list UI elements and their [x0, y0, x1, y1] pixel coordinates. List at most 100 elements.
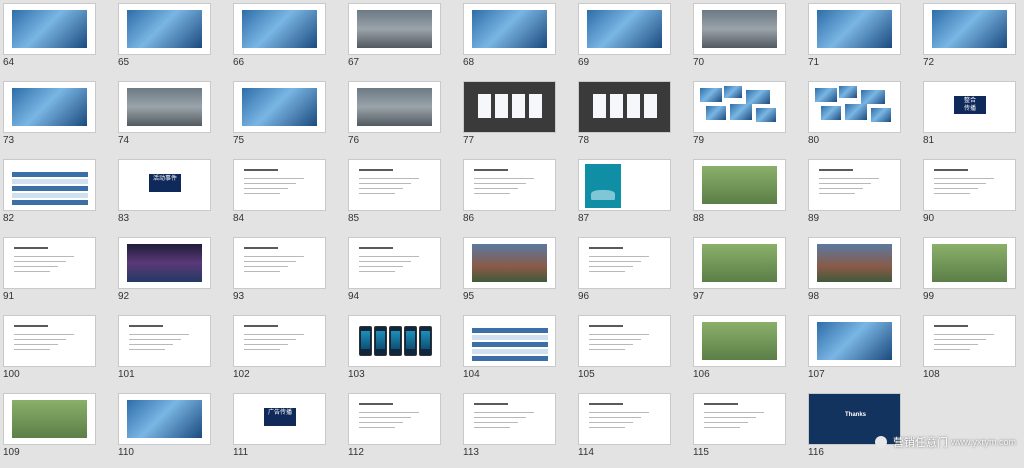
slide-thumbnail-cell[interactable]: 活动事件 83 — [115, 156, 230, 234]
slide-thumbnail-cell[interactable]: 76 — [345, 78, 460, 156]
slide-thumbnail-cell[interactable]: 98 — [805, 234, 920, 312]
slide-thumbnail-cell[interactable]: 整合 传播 81 — [920, 78, 1024, 156]
slide-thumbnail[interactable] — [463, 81, 556, 133]
slide-thumbnail-cell[interactable]: 65 — [115, 0, 230, 78]
slide-thumbnail-cell[interactable]: 96 — [575, 234, 690, 312]
slide-thumbnail-cell[interactable]: Thanks 116 — [805, 390, 920, 468]
slide-thumbnail-cell[interactable]: 109 — [0, 390, 115, 468]
slide-thumbnail-cell[interactable]: 106 — [690, 312, 805, 390]
slide-thumbnail[interactable] — [118, 315, 211, 367]
slide-thumbnail-cell[interactable]: 108 — [920, 312, 1024, 390]
slide-thumbnail-cell[interactable]: 101 — [115, 312, 230, 390]
slide-thumbnail[interactable] — [578, 3, 671, 55]
slide-thumbnail[interactable] — [808, 237, 901, 289]
slide-thumbnail[interactable]: 广告传播 — [233, 393, 326, 445]
slide-thumbnail-cell[interactable]: 92 — [115, 234, 230, 312]
slide-thumbnail-cell[interactable]: 86 — [460, 156, 575, 234]
slide-thumbnail-cell[interactable]: 100 — [0, 312, 115, 390]
slide-thumbnail[interactable] — [463, 237, 556, 289]
slide-thumbnail[interactable] — [808, 159, 901, 211]
slide-thumbnail[interactable] — [233, 81, 326, 133]
slide-thumbnail-cell[interactable]: 79 — [690, 78, 805, 156]
slide-thumbnail[interactable] — [463, 393, 556, 445]
slide-thumbnail[interactable] — [463, 315, 556, 367]
slide-thumbnail-cell[interactable]: 69 — [575, 0, 690, 78]
slide-thumbnail-cell[interactable]: 89 — [805, 156, 920, 234]
slide-thumbnail-cell[interactable]: 78 — [575, 78, 690, 156]
slide-thumbnail-cell[interactable]: 103 — [345, 312, 460, 390]
slide-thumbnail-cell[interactable]: 77 — [460, 78, 575, 156]
slide-thumbnail[interactable] — [578, 81, 671, 133]
slide-thumbnail[interactable] — [118, 393, 211, 445]
slide-thumbnail[interactable] — [463, 159, 556, 211]
slide-thumbnail[interactable] — [923, 237, 1016, 289]
slide-thumbnail[interactable] — [808, 3, 901, 55]
slide-thumbnail-cell[interactable]: 88 — [690, 156, 805, 234]
slide-thumbnail-cell[interactable]: 87 — [575, 156, 690, 234]
slide-thumbnail-cell[interactable]: 75 — [230, 78, 345, 156]
slide-thumbnail[interactable] — [693, 159, 786, 211]
slide-thumbnail[interactable] — [3, 81, 96, 133]
slide-thumbnail-cell[interactable]: 73 — [0, 78, 115, 156]
slide-thumbnail[interactable] — [3, 393, 96, 445]
slide-thumbnail[interactable] — [693, 3, 786, 55]
slide-thumbnail-cell[interactable]: 68 — [460, 0, 575, 78]
slide-thumbnail[interactable] — [923, 3, 1016, 55]
slide-thumbnail-cell[interactable]: 67 — [345, 0, 460, 78]
slide-thumbnail[interactable] — [463, 3, 556, 55]
slide-thumbnail[interactable] — [348, 81, 441, 133]
slide-thumbnail-cell[interactable]: 94 — [345, 234, 460, 312]
slide-thumbnail-cell[interactable]: 91 — [0, 234, 115, 312]
slide-thumbnail-cell[interactable]: 72 — [920, 0, 1024, 78]
slide-thumbnail[interactable] — [923, 315, 1016, 367]
slide-thumbnail-cell[interactable]: 85 — [345, 156, 460, 234]
slide-thumbnail[interactable] — [233, 3, 326, 55]
slide-thumbnail-cell[interactable]: 102 — [230, 312, 345, 390]
slide-thumbnail[interactable] — [808, 81, 901, 133]
slide-thumbnail[interactable] — [578, 237, 671, 289]
slide-thumbnail[interactable] — [693, 393, 786, 445]
slide-thumbnail[interactable] — [233, 237, 326, 289]
slide-thumbnail[interactable] — [348, 237, 441, 289]
slide-thumbnail-cell[interactable]: 115 — [690, 390, 805, 468]
slide-thumbnail[interactable] — [233, 159, 326, 211]
slide-thumbnail-cell[interactable]: 82 — [0, 156, 115, 234]
slide-thumbnail[interactable] — [118, 81, 211, 133]
slide-thumbnail-cell[interactable]: 99 — [920, 234, 1024, 312]
slide-thumbnail[interactable] — [578, 393, 671, 445]
slide-thumbnail-cell[interactable]: 66 — [230, 0, 345, 78]
slide-thumbnail[interactable] — [348, 159, 441, 211]
slide-thumbnail-cell[interactable]: 90 — [920, 156, 1024, 234]
slide-thumbnail-cell[interactable]: 95 — [460, 234, 575, 312]
slide-thumbnail-cell[interactable] — [920, 390, 1024, 468]
slide-thumbnail-cell[interactable]: 105 — [575, 312, 690, 390]
slide-thumbnail[interactable] — [233, 315, 326, 367]
slide-thumbnail[interactable] — [348, 315, 441, 367]
slide-thumbnail[interactable] — [693, 81, 786, 133]
slide-thumbnail[interactable]: 整合 传播 — [923, 81, 1016, 133]
slide-thumbnail-cell[interactable]: 70 — [690, 0, 805, 78]
slide-thumbnail[interactable] — [118, 237, 211, 289]
slide-thumbnail-cell[interactable]: 71 — [805, 0, 920, 78]
slide-thumbnail-cell[interactable]: 107 — [805, 312, 920, 390]
slide-thumbnail[interactable] — [3, 3, 96, 55]
slide-thumbnail-cell[interactable]: 112 — [345, 390, 460, 468]
slide-thumbnail[interactable]: 活动事件 — [118, 159, 211, 211]
slide-thumbnail[interactable] — [118, 3, 211, 55]
slide-thumbnail-cell[interactable]: 广告传播 111 — [230, 390, 345, 468]
slide-thumbnail[interactable] — [923, 159, 1016, 211]
slide-thumbnail[interactable] — [3, 315, 96, 367]
slide-thumbnail[interactable] — [808, 315, 901, 367]
slide-thumbnail-cell[interactable]: 113 — [460, 390, 575, 468]
slide-thumbnail[interactable] — [3, 159, 96, 211]
slide-thumbnail[interactable] — [693, 315, 786, 367]
slide-thumbnail-cell[interactable]: 97 — [690, 234, 805, 312]
slide-thumbnail-cell[interactable]: 80 — [805, 78, 920, 156]
slide-thumbnail-cell[interactable]: 84 — [230, 156, 345, 234]
slide-thumbnail-cell[interactable]: 104 — [460, 312, 575, 390]
slide-thumbnail-cell[interactable]: 93 — [230, 234, 345, 312]
slide-thumbnail-cell[interactable]: 114 — [575, 390, 690, 468]
slide-thumbnail[interactable] — [578, 315, 671, 367]
slide-thumbnail-cell[interactable]: 74 — [115, 78, 230, 156]
slide-thumbnail[interactable] — [348, 3, 441, 55]
